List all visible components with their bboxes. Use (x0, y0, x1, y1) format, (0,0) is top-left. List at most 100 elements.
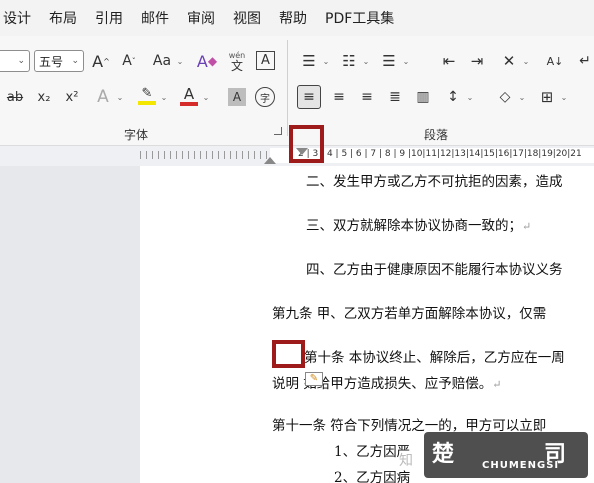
font-group-label: 字体 (124, 128, 149, 142)
show-marks-button[interactable]: ↵ (576, 50, 594, 72)
menu-design[interactable]: 设计 (0, 8, 40, 28)
chevron-down-icon[interactable]: ⌄ (560, 86, 568, 108)
enclose-char-button[interactable]: 字 (255, 87, 275, 107)
text-effects-label: A (97, 87, 109, 107)
annotation-box-ruler-indent (289, 125, 324, 163)
numbering-button[interactable]: ☷ (338, 50, 360, 72)
font-name-dropdown[interactable]: ⌄ (0, 50, 30, 72)
shading-button[interactable]: ◇ (494, 86, 516, 108)
chevron-down-icon[interactable]: ⌄ (522, 50, 530, 72)
doc-line-3: 四、乙方由于健康原因不能履行本协议义务 (306, 258, 563, 278)
doc-line-5: 第十条 本协议终止、解除后，乙方应在一周 (304, 346, 565, 366)
justify-button[interactable]: ≣ (384, 86, 406, 108)
align-right-button[interactable]: ≡ (356, 86, 378, 108)
doc-line-7: 第十一条 符合下列情况之一的，甲方可以立即 (272, 414, 546, 434)
phonetic-guide-button[interactable]: wén 文 (226, 48, 248, 74)
change-case-button[interactable]: Aa (148, 50, 176, 72)
chevron-down-icon[interactable]: ⌄ (176, 50, 184, 72)
sort-label: A↓ (546, 54, 564, 68)
multilevel-list-button[interactable]: ☰ (378, 50, 400, 72)
grow-font-label: A (92, 51, 104, 71)
chevron-down-icon[interactable]: ⌄ (202, 86, 210, 108)
change-case-label: Aa (152, 53, 172, 69)
highlight-button[interactable]: ✎ (136, 84, 158, 108)
chevron-down-icon: ⌄ (17, 56, 25, 66)
doc-line-1-text: 二、发生甲方或乙方不可抗拒的因素，造成 (306, 174, 563, 190)
doc-line-9-text: 2、乙方因病 (334, 470, 411, 483)
subscript-label: x₂ (37, 89, 51, 105)
align-center-button[interactable]: ≡ (328, 86, 350, 108)
highlighter-icon: ✎ (141, 86, 153, 101)
chevron-down-icon[interactable]: ⌄ (322, 50, 330, 72)
char-shading-button[interactable]: A (228, 88, 246, 106)
menu-references[interactable]: 引用 (86, 8, 132, 28)
left-canvas-margin (0, 166, 140, 483)
increase-indent-button[interactable]: ⇥ (466, 50, 488, 72)
doc-line-1: 二、发生甲方或乙方不可抗拒的因素，造成 (306, 170, 563, 190)
paragraph-group-label: 段落 (424, 128, 449, 142)
menu-layout[interactable]: 布局 (40, 8, 86, 28)
doc-line-5-text: 第十条 本协议终止、解除后，乙方应在一周 (304, 350, 565, 366)
font-color-button[interactable]: A (178, 84, 200, 108)
menu-mailings[interactable]: 邮件 (132, 8, 178, 28)
font-color-label: A (183, 85, 195, 103)
grow-font-button[interactable]: A ^ (90, 50, 112, 72)
font-size-dropdown[interactable]: 五号 ⌄ (34, 50, 84, 72)
chinese-layout-button[interactable]: ✕ (498, 50, 520, 72)
chevron-down-icon[interactable]: ⌄ (160, 86, 168, 108)
chevron-down-icon[interactable]: ⌄ (116, 86, 124, 108)
chevron-down-icon[interactable]: ⌄ (402, 50, 410, 72)
zhihu-char: 知 (399, 453, 413, 469)
zhihu-watermark: 知 (399, 450, 413, 470)
site-watermark-logo: 楚 司 CHUMENGSI (424, 432, 588, 478)
menu-review[interactable]: 审阅 (178, 8, 224, 28)
superscript-button[interactable]: x² (62, 86, 82, 108)
group-separator (287, 40, 288, 136)
hanging-indent-marker-icon[interactable] (264, 157, 276, 164)
paragraph-mark-icon: ↵ (522, 220, 532, 233)
font-dialog-launcher-icon[interactable] (274, 127, 282, 135)
ruler-ticks (140, 151, 270, 159)
enclose-char-label: 字 (260, 93, 270, 105)
strikethrough-button[interactable]: ab (4, 86, 26, 108)
chevron-down-icon[interactable]: ⌄ (466, 86, 474, 108)
annotation-box-indent-space (272, 340, 305, 368)
doc-line-4: 第九条 甲、乙双方若单方面解除本协议，仅需 (272, 302, 546, 322)
chevron-down-icon[interactable]: ⌄ (518, 86, 526, 108)
font-color-bar (180, 102, 198, 106)
menu-pdf-tools[interactable]: PDF工具集 (316, 8, 403, 28)
paragraph-mark-icon: ↵ (492, 378, 502, 391)
borders-button[interactable]: ⊞ (536, 86, 558, 108)
subscript-button[interactable]: x₂ (34, 86, 54, 108)
shrink-font-button[interactable]: Aˇ (118, 50, 140, 72)
chevron-down-icon[interactable]: ⌄ (362, 50, 370, 72)
paste-options-icon[interactable]: ✎ (305, 372, 323, 386)
superscript-label: x² (65, 89, 79, 105)
char-border-label: A (261, 53, 270, 68)
text-effects-button[interactable]: A (92, 86, 114, 108)
doc-line-2-text: 三、双方就解除本协议协商一致的； (306, 218, 522, 234)
chevron-down-icon: ⌄ (71, 56, 79, 66)
char-shading-label: A (232, 90, 242, 104)
ruler-numbers: 2 | 3 | 4 | 5 | 6 | 7 | 8 | 9 |10|11|12|… (298, 149, 582, 159)
doc-line-2: 三、双方就解除本协议协商一致的；↵ (306, 214, 531, 234)
strike-label: ab (6, 89, 24, 105)
align-left-button[interactable]: ≡ (297, 85, 321, 109)
line-spacing-button[interactable]: ↕ (442, 86, 464, 108)
bullets-button[interactable]: ☰ (298, 50, 320, 72)
distributed-button[interactable]: ▥ (412, 86, 434, 108)
sort-button[interactable]: A↓ (544, 50, 566, 72)
clear-format-button[interactable]: A ◆ (196, 50, 218, 72)
menu-view[interactable]: 视图 (224, 8, 270, 28)
doc-line-4-text: 第九条 甲、乙双方若单方面解除本协议，仅需 (272, 306, 547, 322)
watermark-char-left: 楚 (432, 442, 455, 467)
doc-line-3-text: 四、乙方由于健康原因不能履行本协议义务 (306, 262, 563, 278)
phonetic-bottom: 文 (230, 59, 243, 73)
font-size-value: 五号 (39, 54, 64, 69)
menu-bar: 设计 布局 引用 邮件 审阅 视图 帮助 PDF工具集 (0, 0, 594, 36)
shrink-font-label: A (122, 53, 132, 69)
decrease-indent-button[interactable]: ⇤ (438, 50, 460, 72)
char-border-button[interactable]: A (256, 51, 275, 70)
highlight-color-bar (138, 101, 156, 105)
menu-help[interactable]: 帮助 (270, 8, 316, 28)
